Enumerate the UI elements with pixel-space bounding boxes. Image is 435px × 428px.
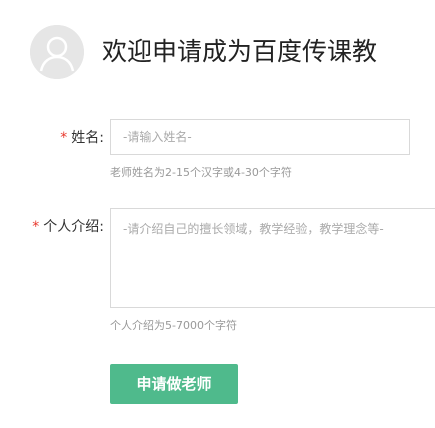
intro-textarea[interactable] [110,208,435,308]
user-silhouette-icon [30,25,84,79]
name-label-text: 姓名: [71,130,104,146]
intro-label: * 个人介绍: [32,218,104,236]
required-mark: * [60,130,68,146]
apply-teacher-button[interactable]: 申请做老师 [110,364,238,404]
required-mark: * [32,219,40,235]
avatar [30,25,84,79]
intro-label-text: 个人介绍: [43,219,104,235]
name-input[interactable] [110,119,410,155]
page-header: 欢迎申请成为百度传课教 [0,22,435,84]
page-title: 欢迎申请成为百度传课教 [102,37,378,66]
intro-hint: 个人介绍为5-7000个字符 [110,319,237,332]
name-label: * 姓名: [60,129,104,147]
name-hint: 老师姓名为2-15个汉字或4-30个字符 [110,166,292,179]
